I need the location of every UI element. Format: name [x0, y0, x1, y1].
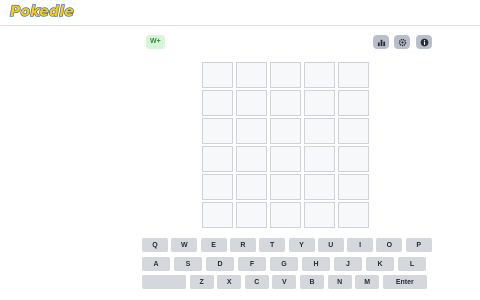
grid-cell	[236, 90, 267, 116]
settings-button[interactable]	[394, 35, 410, 49]
grid-cell	[304, 202, 335, 228]
grid-cell	[338, 174, 369, 200]
grid-cell	[236, 118, 267, 144]
grid-cell	[304, 62, 335, 88]
key-j[interactable]: J	[334, 257, 362, 271]
key-d[interactable]: D	[206, 257, 234, 271]
grid-cell	[304, 146, 335, 172]
grid-cell	[270, 174, 301, 200]
key-l[interactable]: L	[398, 257, 426, 271]
key-c[interactable]: C	[244, 275, 269, 289]
key-v[interactable]: V	[272, 275, 297, 289]
grid-cell	[202, 146, 233, 172]
key-f[interactable]: F	[238, 257, 266, 271]
info-icon	[420, 38, 428, 46]
grid-cell	[338, 146, 369, 172]
app-header: Pokedle	[0, 0, 480, 26]
key-i[interactable]: I	[347, 238, 374, 252]
key-a[interactable]: A	[142, 257, 170, 271]
key-k[interactable]: K	[366, 257, 394, 271]
grid-cell	[270, 146, 301, 172]
grid-cell	[236, 202, 267, 228]
grid-cell	[236, 62, 267, 88]
key-backspace[interactable]	[142, 275, 186, 289]
grid-cell	[270, 90, 301, 116]
grid-cell	[270, 118, 301, 144]
key-h[interactable]: H	[302, 257, 330, 271]
key-y[interactable]: Y	[288, 238, 315, 252]
stats-button[interactable]	[373, 35, 389, 49]
key-x[interactable]: X	[217, 275, 242, 289]
keyboard-row-3: Z X C V B N M Enter	[140, 275, 432, 289]
key-p[interactable]: P	[405, 238, 432, 252]
grid-cell	[236, 146, 267, 172]
key-m[interactable]: M	[355, 275, 380, 289]
pokedle-logo[interactable]: Pokedle	[9, 3, 74, 21]
grid-cell	[338, 202, 369, 228]
settings-icon	[398, 38, 406, 46]
grid-cell	[202, 90, 233, 116]
grid-cell	[202, 62, 233, 88]
key-enter[interactable]: Enter	[382, 275, 427, 289]
grid-cell	[338, 90, 369, 116]
keyboard-row-1: QWERTYUIOP	[140, 238, 432, 252]
stats-icon	[377, 39, 385, 46]
grid-cell	[304, 118, 335, 144]
grid-cell	[270, 202, 301, 228]
keyboard-row-2: ASDFGHJKL	[140, 257, 432, 271]
key-g[interactable]: G	[270, 257, 298, 271]
mode-badge-button[interactable]: W+	[146, 35, 165, 49]
key-o[interactable]: O	[376, 238, 403, 252]
grid-cell	[304, 90, 335, 116]
info-button[interactable]	[416, 35, 432, 49]
grid-cell	[202, 202, 233, 228]
key-w[interactable]: W	[171, 238, 198, 252]
key-e[interactable]: E	[200, 238, 227, 252]
key-b[interactable]: B	[300, 275, 324, 289]
guess-grid	[202, 62, 369, 228]
key-q[interactable]: Q	[142, 238, 168, 252]
key-t[interactable]: T	[259, 238, 286, 252]
grid-cell	[338, 118, 369, 144]
key-n[interactable]: N	[327, 275, 352, 289]
key-r[interactable]: R	[229, 238, 256, 252]
key-s[interactable]: S	[174, 257, 202, 271]
key-u[interactable]: U	[317, 238, 344, 252]
grid-cell	[202, 174, 233, 200]
grid-cell	[202, 118, 233, 144]
grid-cell	[304, 174, 335, 200]
grid-cell	[236, 174, 267, 200]
grid-cell	[270, 62, 301, 88]
key-z[interactable]: Z	[189, 275, 214, 289]
grid-cell	[338, 62, 369, 88]
